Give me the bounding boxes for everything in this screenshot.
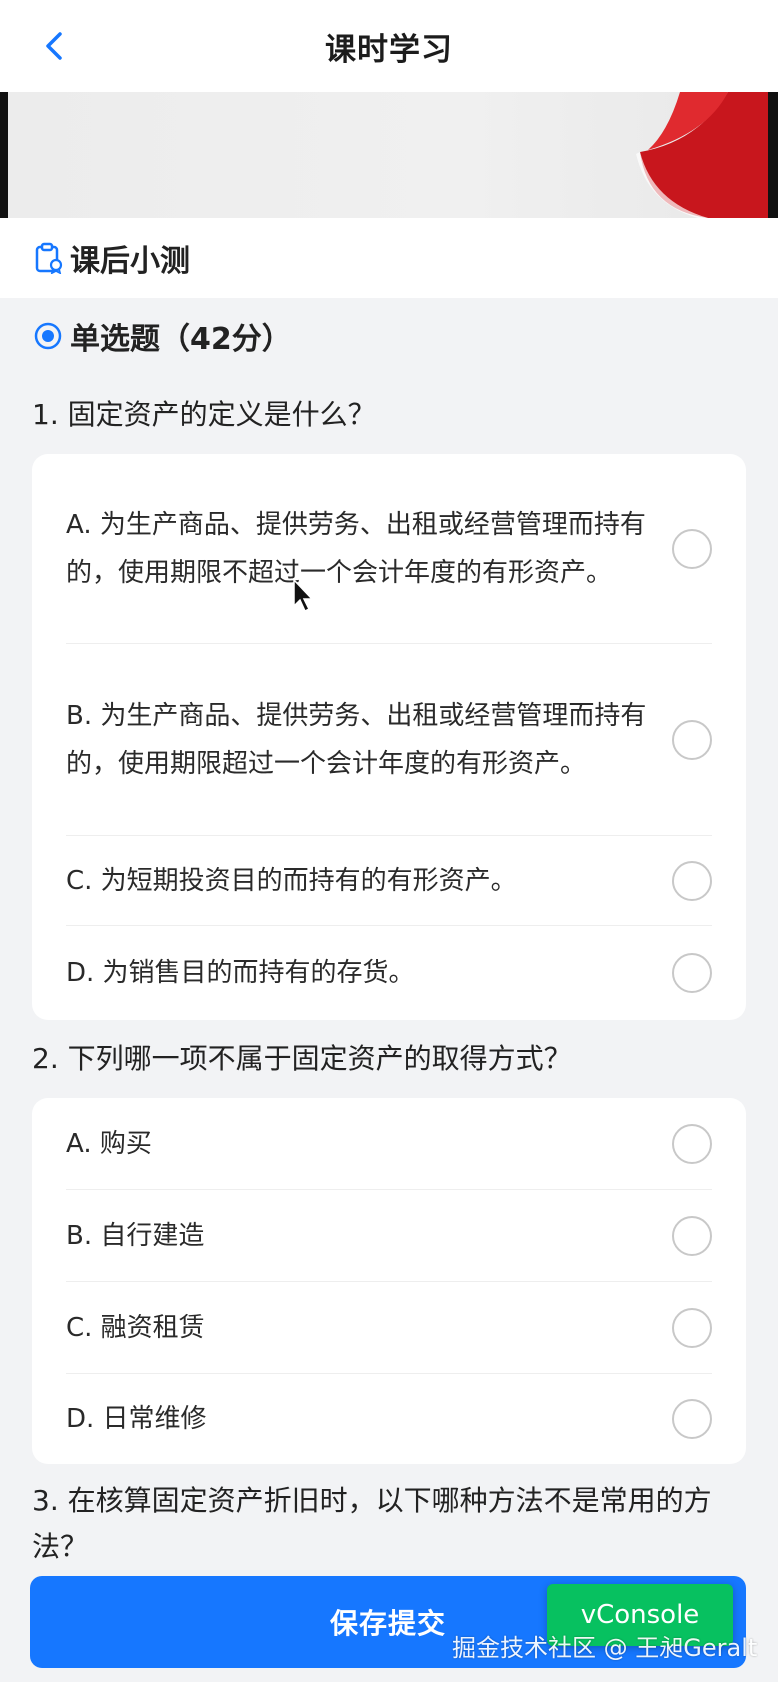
question-type-label: 单选题（42分） <box>70 322 292 357</box>
page-curl-graphic <box>636 92 768 218</box>
option-text: A. 购买 <box>66 1128 152 1159</box>
vconsole-label: vConsole <box>580 1600 700 1630</box>
option-text: B. 自行建造 <box>66 1220 205 1251</box>
option-row[interactable]: C. 为短期投资目的而持有的有形资产。 <box>66 836 712 926</box>
option-text: D. 为销售目的而持有的存货。 <box>66 958 415 988</box>
question-title: 1. 固定资产的定义是什么？ <box>32 398 376 431</box>
course-banner <box>0 92 778 218</box>
radio-button[interactable] <box>672 1215 712 1256</box>
option-text: D. 日常维修 <box>66 1404 207 1434</box>
banner-image <box>8 92 768 218</box>
options-card: A. 购买 B. 自行建造 C. 融资租赁 D. 日常维修 <box>32 1098 746 1464</box>
quiz-section-header: 课后小测 <box>0 218 778 298</box>
back-button[interactable] <box>34 26 74 66</box>
option-text: B. 为生产商品、提供劳务、出租或经营管理而持有的，使用期限超过一个会计年度的有… <box>66 700 647 779</box>
nav-bar: 课时学习 <box>0 0 778 92</box>
option-row[interactable]: B. 为生产商品、提供劳务、出租或经营管理而持有的，使用期限超过一个会计年度的有… <box>66 644 712 836</box>
watermark: 掘金技术社区 @ 王昶Geralt <box>452 1634 758 1662</box>
radio-button[interactable] <box>672 860 712 901</box>
section-title: 课后小测 <box>70 244 190 279</box>
option-text: C. 融资租赁 <box>66 1312 205 1343</box>
option-row[interactable]: C. 融资租赁 <box>66 1282 712 1374</box>
page-title: 课时学习 <box>325 31 453 68</box>
mouse-cursor-icon <box>293 578 314 613</box>
option-row[interactable]: B. 自行建造 <box>66 1190 712 1282</box>
option-row[interactable]: A. 为生产商品、提供劳务、出租或经营管理而持有的，使用期限不超过一个会计年度的… <box>66 454 712 644</box>
question-title: 3. 在核算固定资产折旧时，以下哪种方法不是常用的方法？ <box>32 1484 712 1563</box>
option-text: C. 为短期投资目的而持有的有形资产。 <box>66 865 517 896</box>
radio-button[interactable] <box>672 1399 712 1439</box>
chevron-left-icon <box>46 32 62 60</box>
option-row[interactable]: D. 日常维修 <box>66 1374 712 1464</box>
radio-selected-icon <box>34 322 62 350</box>
radio-button[interactable] <box>672 953 712 993</box>
radio-button[interactable] <box>672 1307 712 1348</box>
question-type: 单选题（42分） <box>34 316 292 357</box>
option-row[interactable]: A. 购买 <box>66 1098 712 1190</box>
options-card: A. 为生产商品、提供劳务、出租或经营管理而持有的，使用期限不超过一个会计年度的… <box>32 454 746 1020</box>
radio-button[interactable] <box>672 719 712 760</box>
submit-label: 保存提交 <box>329 1607 446 1640</box>
question-title: 2. 下列哪一项不属于固定资产的取得方式？ <box>32 1042 572 1075</box>
option-text: A. 为生产商品、提供劳务、出租或经营管理而持有的，使用期限不超过一个会计年度的… <box>66 509 646 588</box>
option-row[interactable]: D. 为销售目的而持有的存货。 <box>66 926 712 1020</box>
radio-button[interactable] <box>672 528 712 569</box>
radio-button[interactable] <box>672 1123 712 1164</box>
clipboard-icon <box>35 242 63 274</box>
